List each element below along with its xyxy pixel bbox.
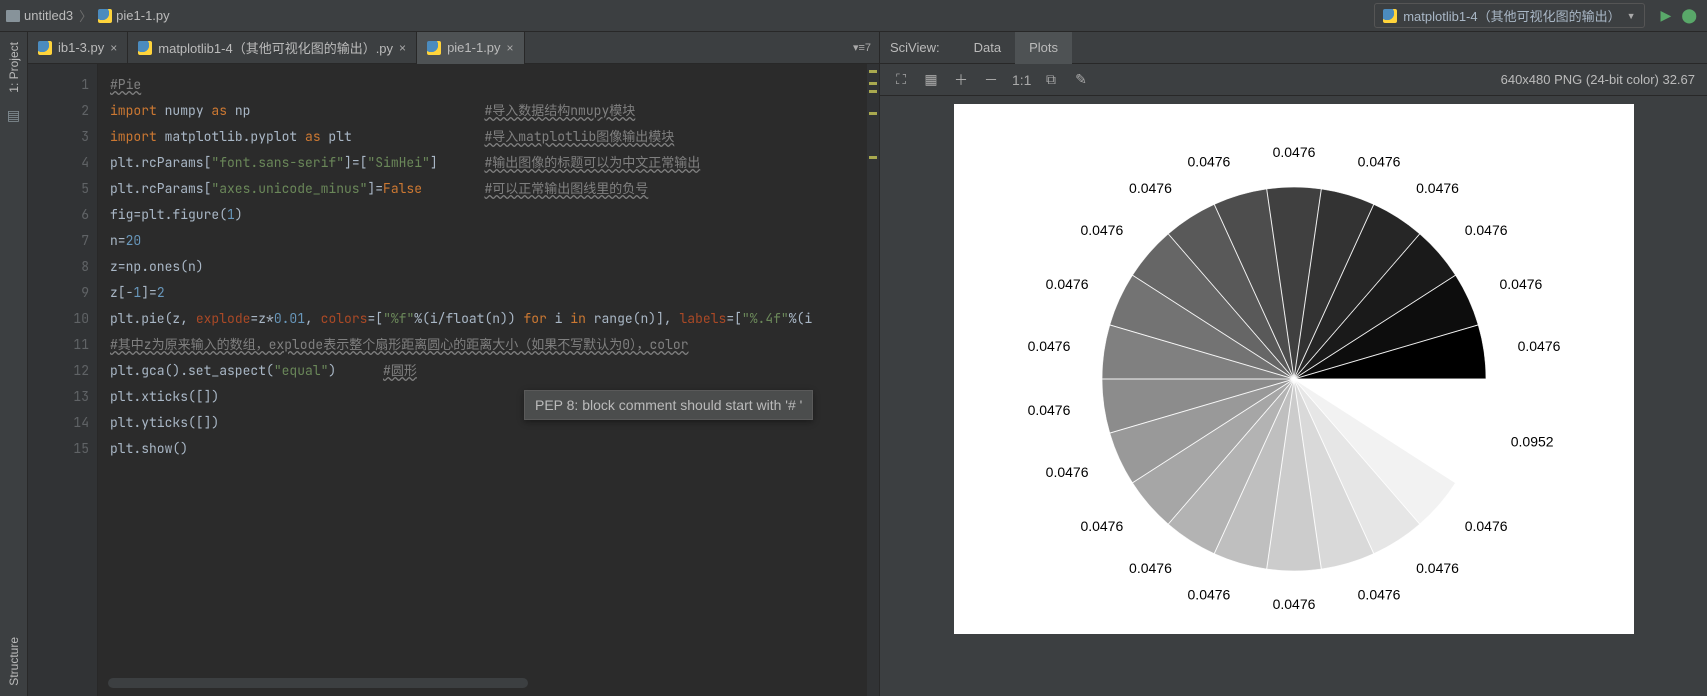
chevron-down-icon: ▼ [1627, 11, 1636, 21]
pie-chart: 0.0476 0.0476 0.0476 0.0476 0.0476 0.0476 0.04… [954, 104, 1634, 634]
sciview-panel: SciView: Data Plots ⛶ ▦ ＋ － 1:1 ⧉ ✎ 640x… [880, 32, 1707, 696]
close-icon[interactable]: × [507, 41, 514, 55]
one-to-one-icon[interactable]: 1:1 [1012, 72, 1030, 88]
python-file-icon [138, 41, 152, 55]
pie-label: 0.0476 [1517, 338, 1560, 354]
close-icon[interactable]: × [110, 41, 117, 55]
main: 1: Project ▤ Structure ib1-3.py × matplo… [0, 32, 1707, 696]
horizontal-scrollbar[interactable] [108, 678, 528, 688]
breadcrumb-project-label: untitled3 [24, 8, 73, 23]
color-picker-icon[interactable]: ✎ [1072, 71, 1090, 88]
side-rail: 1: Project ▤ Structure [0, 32, 28, 696]
pie-label: 0.0476 [1045, 276, 1088, 292]
plot-area: 0.0476 0.0476 0.0476 0.0476 0.0476 0.0476 0.04… [880, 96, 1707, 696]
editor-body: 123456789101112131415 #Pieimport numpy a… [28, 64, 879, 696]
pie-label: 0.0476 [1416, 180, 1459, 196]
tabs-right-indicator[interactable]: ▾≡7 [845, 41, 879, 54]
tab-label: ib1-3.py [58, 40, 104, 55]
sciview-tab-data[interactable]: Data [960, 32, 1015, 64]
run-config-label: matplotlib1-4（其他可视化图的输出） [1403, 6, 1620, 25]
pie-label: 0.0476 [1499, 276, 1542, 292]
pie-label: 0.0952 [1510, 434, 1553, 450]
plot-frame: 0.0476 0.0476 0.0476 0.0476 0.0476 0.0476 0.04… [954, 104, 1634, 634]
python-file-icon [427, 41, 441, 55]
pie-label: 0.0476 [1080, 518, 1123, 534]
pie-label: 0.0476 [1357, 153, 1400, 169]
tab-matplotlib1-4[interactable]: matplotlib1-4（其他可视化图的输出）.py × [128, 32, 417, 64]
pie-label: 0.0476 [1187, 153, 1230, 169]
code-area[interactable]: #Pieimport numpy as np #导入数据结构nmupy模块imp… [98, 64, 879, 696]
side-rail-structure[interactable]: Structure [7, 631, 21, 692]
sciview-tabs: SciView: Data Plots [880, 32, 1707, 64]
python-file-icon [38, 41, 52, 55]
export-icon[interactable]: ⧉ [1042, 71, 1060, 88]
python-file-icon [98, 9, 112, 23]
top-bar: untitled3 〉 pie1-1.py matplotlib1-4（其他可视… [0, 0, 1707, 32]
sciview-tab-plots[interactable]: Plots [1015, 32, 1072, 64]
pie-label: 0.0476 [1416, 560, 1459, 576]
breadcrumb-file-label: pie1-1.py [116, 8, 169, 23]
close-icon[interactable]: × [399, 41, 406, 55]
tab-label: pie1-1.py [447, 40, 500, 55]
pie-label: 0.0476 [1357, 587, 1400, 603]
breadcrumb: untitled3 〉 pie1-1.py [6, 6, 1374, 25]
side-rail-project[interactable]: 1: Project [7, 36, 21, 99]
run-config-selector[interactable]: matplotlib1-4（其他可视化图的输出） ▼ [1374, 3, 1644, 28]
pie-label: 0.0476 [1027, 402, 1070, 418]
gutter: 123456789101112131415 [28, 64, 98, 696]
fit-icon[interactable]: ⛶ [892, 71, 910, 88]
sciview-toolbar: ⛶ ▦ ＋ － 1:1 ⧉ ✎ 640x480 PNG (24-bit colo… [880, 64, 1707, 96]
breadcrumb-file[interactable]: pie1-1.py [98, 8, 169, 23]
tab-ib1-3[interactable]: ib1-3.py × [28, 32, 128, 64]
files-icon[interactable]: ▤ [7, 107, 21, 124]
grid-icon[interactable]: ▦ [922, 71, 940, 88]
pie-label: 0.0476 [1045, 464, 1088, 480]
pie-label: 0.0476 [1027, 338, 1070, 354]
editor-tabs: ib1-3.py × matplotlib1-4（其他可视化图的输出）.py ×… [28, 32, 879, 64]
pie-label: 0.0476 [1272, 596, 1315, 612]
run-button[interactable]: ▶ [1661, 7, 1672, 24]
chevron-right-icon: 〉 [79, 6, 92, 25]
pie-label: 0.0476 [1129, 180, 1172, 196]
zoom-out-icon[interactable]: － [982, 70, 1000, 90]
pie-label: 0.0476 [1129, 560, 1172, 576]
folder-icon [6, 10, 20, 22]
zoom-in-icon[interactable]: ＋ [952, 70, 970, 90]
pie-label: 0.0476 [1272, 144, 1315, 160]
pie-label: 0.0476 [1080, 222, 1123, 238]
pep8-tooltip: PEP 8: block comment should start with '… [524, 390, 813, 420]
tab-pie1-1[interactable]: pie1-1.py × [417, 32, 525, 64]
sciview-title: SciView: [890, 40, 940, 55]
breadcrumb-project[interactable]: untitled3 [6, 8, 73, 23]
pie-label: 0.0476 [1187, 587, 1230, 603]
pie-label: 0.0476 [1464, 222, 1507, 238]
editor-panel: ib1-3.py × matplotlib1-4（其他可视化图的输出）.py ×… [28, 32, 880, 696]
minimap[interactable] [867, 64, 879, 696]
sciview-status: 640x480 PNG (24-bit color) 32.67 [1501, 72, 1695, 87]
pie-label: 0.0476 [1464, 518, 1507, 534]
debug-button[interactable]: ⬤ [1681, 7, 1697, 24]
tab-label: matplotlib1-4（其他可视化图的输出）.py [158, 38, 393, 57]
python-file-icon [1383, 9, 1397, 23]
